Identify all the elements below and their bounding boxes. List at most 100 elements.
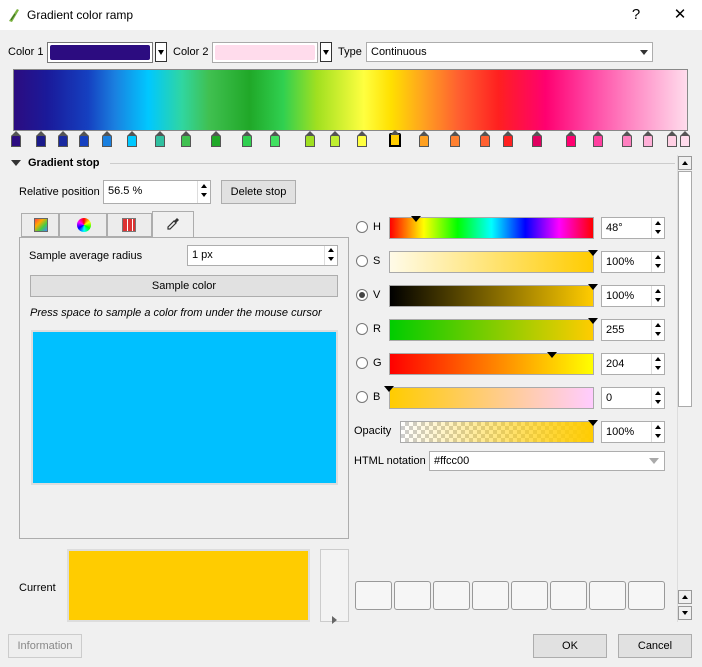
color-swatch-slot[interactable] xyxy=(394,581,431,610)
channel-h-spinbox[interactable]: 48° xyxy=(601,217,665,239)
channel-v-radio[interactable] xyxy=(356,289,368,301)
spin-buttons[interactable] xyxy=(651,388,664,408)
gradient-stop-marker[interactable] xyxy=(622,131,632,147)
opacity-label: Opacity xyxy=(354,425,392,437)
scrollbar[interactable] xyxy=(677,155,693,622)
gradient-stop-marker[interactable] xyxy=(211,131,221,147)
close-button[interactable]: ✕ xyxy=(669,4,691,26)
channel-s-radio[interactable] xyxy=(356,255,368,267)
color-swatch-slot[interactable] xyxy=(628,581,665,610)
color-swatch-slot[interactable] xyxy=(550,581,587,610)
gradient-stop-marker[interactable] xyxy=(330,131,340,147)
scrollbar-thumb[interactable] xyxy=(678,171,692,407)
channel-b-radio[interactable] xyxy=(356,391,368,403)
type-value: Continuous xyxy=(371,46,427,58)
color-swatch-slot[interactable] xyxy=(511,581,548,610)
spin-buttons[interactable] xyxy=(651,218,664,238)
sample-radius-spinbox[interactable]: 1 px xyxy=(187,245,338,266)
color1-dropdown-arrow[interactable] xyxy=(155,42,167,62)
gradient-stop-marker[interactable] xyxy=(11,131,21,147)
gradient-stop-marker-selected[interactable] xyxy=(389,130,401,147)
color1-button[interactable] xyxy=(47,42,153,63)
scroll-down-button[interactable] xyxy=(678,606,692,620)
color-swatch-slot[interactable] xyxy=(472,581,509,610)
gradient-stop-marker[interactable] xyxy=(242,131,252,147)
gradient-stop-marker[interactable] xyxy=(643,131,653,147)
channel-b-slider[interactable] xyxy=(389,387,594,409)
tab-swatch-grid[interactable] xyxy=(107,213,152,237)
opacity-spinbox[interactable]: 100% xyxy=(601,421,665,443)
gradient-stop-marker[interactable] xyxy=(593,131,603,147)
gradient-stop-marker[interactable] xyxy=(155,131,165,147)
channel-s-marker[interactable] xyxy=(588,250,598,256)
spin-buttons[interactable] xyxy=(651,422,664,442)
tab-color-wheel[interactable] xyxy=(59,213,107,237)
gradient-stop-marker[interactable] xyxy=(79,131,89,147)
help-button[interactable]: ? xyxy=(625,4,647,26)
channel-r-radio[interactable] xyxy=(356,323,368,335)
channel-b-marker[interactable] xyxy=(384,386,394,392)
gradient-stop-marker[interactable] xyxy=(503,131,513,147)
gradient-stop-marker[interactable] xyxy=(680,131,690,147)
channel-h-radio[interactable] xyxy=(356,221,368,233)
spin-buttons[interactable] xyxy=(651,354,664,374)
channel-g-radio[interactable] xyxy=(356,357,368,369)
channel-g-spinbox[interactable]: 204 xyxy=(601,353,665,375)
spin-buttons[interactable] xyxy=(651,286,664,306)
gradient-stop-marker[interactable] xyxy=(127,131,137,147)
channel-b-label: B xyxy=(373,391,381,403)
type-combo[interactable]: Continuous xyxy=(366,42,653,62)
gradient-stop-marker[interactable] xyxy=(480,131,490,147)
relative-position-spinbox[interactable]: 56.5 % xyxy=(103,180,211,204)
color2-button[interactable] xyxy=(212,42,318,63)
tab-eyedropper[interactable] xyxy=(152,211,194,238)
information-button[interactable]: Information xyxy=(8,634,82,658)
spin-buttons[interactable] xyxy=(651,252,664,272)
gradient-stop-marker[interactable] xyxy=(667,131,677,147)
tab-palette[interactable] xyxy=(21,213,59,237)
spin-buttons[interactable] xyxy=(197,181,210,203)
channel-h-marker[interactable] xyxy=(411,216,421,222)
gradient-stop-marker[interactable] xyxy=(270,131,280,147)
gradient-ramp-preview[interactable] xyxy=(13,69,688,131)
channel-r-spinbox[interactable]: 255 xyxy=(601,319,665,341)
delete-stop-button[interactable]: Delete stop xyxy=(221,180,296,204)
channel-g-marker[interactable] xyxy=(547,352,557,358)
channel-s-slider[interactable] xyxy=(389,251,594,273)
channel-b-spinbox[interactable]: 0 xyxy=(601,387,665,409)
ok-button[interactable]: OK xyxy=(533,634,607,658)
gradient-stop-marker[interactable] xyxy=(36,131,46,147)
channel-v-marker[interactable] xyxy=(588,284,598,290)
gradient-stop-marker[interactable] xyxy=(58,131,68,147)
channel-g-slider[interactable] xyxy=(389,353,594,375)
spin-buttons[interactable] xyxy=(324,246,337,265)
gradient-stop-marker[interactable] xyxy=(357,131,367,147)
channel-r-slider[interactable] xyxy=(389,319,594,341)
gradient-stop-marker[interactable] xyxy=(181,131,191,147)
sample-color-button[interactable]: Sample color xyxy=(30,275,338,297)
gradient-stop-marker[interactable] xyxy=(566,131,576,147)
channel-v-label: V xyxy=(373,289,381,301)
color-swatch-slot[interactable] xyxy=(433,581,470,610)
collapse-arrow-icon[interactable] xyxy=(11,160,21,166)
spin-buttons[interactable] xyxy=(651,320,664,340)
color-swatch-slot[interactable] xyxy=(589,581,626,610)
channel-s-spinbox[interactable]: 100% xyxy=(601,251,665,273)
color2-dropdown-arrow[interactable] xyxy=(320,42,332,62)
gradient-stop-marker[interactable] xyxy=(450,131,460,147)
gradient-stop-marker[interactable] xyxy=(102,131,112,147)
previous-color-swatch[interactable] xyxy=(320,549,349,624)
channel-r-marker[interactable] xyxy=(588,318,598,324)
html-notation-field[interactable]: #ffcc00 xyxy=(429,451,665,471)
cancel-button[interactable]: Cancel xyxy=(618,634,692,658)
gradient-stop-marker[interactable] xyxy=(532,131,542,147)
opacity-slider[interactable] xyxy=(400,421,594,443)
gradient-stop-marker[interactable] xyxy=(419,131,429,147)
opacity-marker[interactable] xyxy=(588,420,598,426)
scroll-up-button[interactable] xyxy=(678,156,692,170)
channel-v-slider[interactable] xyxy=(389,285,594,307)
color-swatch-slot[interactable] xyxy=(355,581,392,610)
gradient-stop-marker[interactable] xyxy=(305,131,315,147)
channel-v-spinbox[interactable]: 100% xyxy=(601,285,665,307)
scroll-up-button-lower[interactable] xyxy=(678,590,692,604)
